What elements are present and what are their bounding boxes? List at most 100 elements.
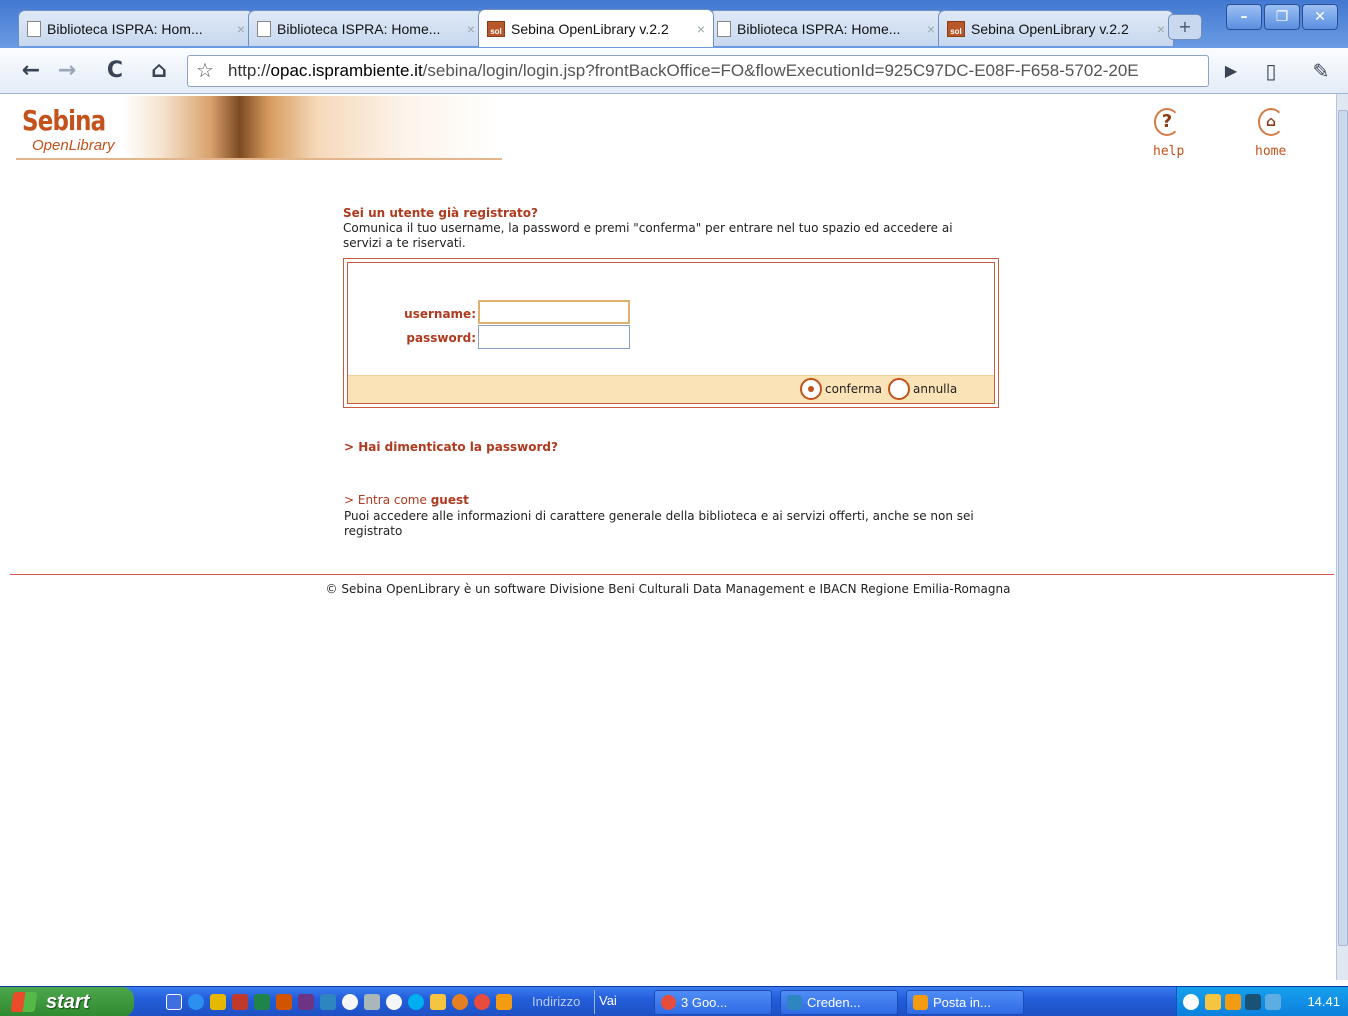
home-page-icon[interactable]: ⌂ [1258,108,1284,136]
page-icon [257,20,271,37]
vertical-scrollbar[interactable] [1336,94,1348,980]
registered-text: Comunica il tuo username, la password e … [343,221,953,250]
task-outlook[interactable]: Posta in... [906,990,1024,1015]
forward-icon[interactable]: → [52,56,82,86]
quicklaunch-clock-icon[interactable] [496,994,512,1010]
windows-taskbar: start Indirizzo Vai 3 Goo... Creden... P… [0,986,1348,1016]
quicklaunch-skype-icon[interactable] [408,994,424,1010]
quicklaunch-ie-icon[interactable] [188,994,204,1010]
guest-link-prefix: > Entra come [344,493,431,507]
password-input[interactable] [478,325,630,349]
help-icon[interactable]: ? [1154,108,1180,136]
close-icon[interactable]: × [237,21,245,37]
chrome-icon [661,995,676,1010]
close-icon[interactable]: × [697,21,705,37]
network-icon[interactable] [1265,994,1281,1010]
tab-title: Sebina OpenLibrary v.2.2 [511,20,669,37]
scrollbar-thumb[interactable] [1338,110,1348,946]
task-label: Posta in... [933,995,991,1010]
username-label: username: [404,307,476,321]
password-label: password: [406,331,476,345]
close-icon[interactable]: × [1157,21,1165,37]
tray-player-icon[interactable] [1245,994,1261,1010]
forgot-password-link[interactable]: > Hai dimenticato la password? [344,440,558,454]
browser-toolbar: ← → C ⌂ ☆ http://opac.isprambiente.it/se… [0,48,1348,94]
tray-clock-icon[interactable] [1225,994,1241,1010]
home-link[interactable]: home [1255,144,1286,159]
reload-icon[interactable]: C [100,56,130,86]
close-icon[interactable]: × [927,21,935,37]
mail-icon[interactable] [1205,994,1221,1010]
outlook-icon [913,995,928,1010]
quicklaunch-app-icon[interactable] [210,994,226,1010]
quicklaunch-outlook-icon[interactable] [276,994,292,1010]
confirm-label: conferma [825,382,882,396]
tab-title: Biblioteca ISPRA: Hom... [47,20,203,37]
start-button[interactable]: start [0,987,134,1016]
address-toolbar-label: Indirizzo [532,994,581,1009]
address-bar[interactable]: ☆ http://opac.isprambiente.it/sebina/log… [187,55,1209,87]
task-label: Creden... [807,995,861,1010]
form-action-bar: conferma annulla [348,375,994,403]
logo-subtitle: OpenLibrary [32,137,115,154]
cancel-button[interactable]: annulla [888,378,957,400]
quicklaunch-pdf-icon[interactable] [232,994,248,1010]
browser-chrome: Biblioteca ISPRA: Hom... × Biblioteca IS… [0,0,1348,94]
guest-description: Puoi accedere alle informazioni di carat… [344,509,974,538]
wrench-icon[interactable]: ✎ [1306,56,1336,86]
maximize-button[interactable]: ❐ [1264,4,1300,30]
footer-divider [10,574,1334,575]
quicklaunch-chrome-icon[interactable] [474,994,490,1010]
footer-text: © Sebina OpenLibrary è un software Divis… [325,582,1011,596]
tab-strip: Biblioteca ISPRA: Hom... × Biblioteca IS… [0,0,1348,48]
task-word[interactable]: Creden... [780,990,898,1015]
login-form-inner: username: password: conferma annulla [347,262,995,404]
new-tab-button[interactable]: + [1168,14,1202,40]
url-path: /sebina/login/login.jsp?frontBackOffice=… [422,61,1139,80]
tab-3[interactable]: sol Sebina OpenLibrary v.2.2 × [478,9,714,47]
tab-2[interactable]: Biblioteca ISPRA: Home... × [248,10,484,46]
close-window-button[interactable]: ✕ [1302,4,1338,30]
sebina-icon: sol [487,20,505,37]
system-tray: 14.41 [1176,987,1348,1016]
quicklaunch-excel-icon[interactable] [254,994,270,1010]
tab-title: Biblioteca ISPRA: Home... [737,20,901,37]
tab-1[interactable]: Biblioteca ISPRA: Hom... × [18,10,254,46]
url-host: opac.isprambiente.it [270,61,423,80]
go-arrow-icon[interactable]: ▶ [1216,56,1246,86]
quicklaunch-firefox-icon[interactable] [452,994,468,1010]
back-icon[interactable]: ← [16,56,46,86]
username-input[interactable] [478,300,630,324]
home-icon[interactable]: ⌂ [144,56,174,86]
minimize-button[interactable]: – [1226,4,1262,30]
cancel-label: annulla [913,382,958,396]
sebina-icon: sol [947,20,965,37]
tray-arrow-icon[interactable] [1183,994,1199,1010]
confirm-button[interactable]: conferma [800,378,882,400]
task-label: 3 Goo... [681,995,728,1010]
quicklaunch-doc-icon[interactable] [364,994,380,1010]
windows-flag-icon [10,992,38,1012]
help-link[interactable]: help [1153,144,1184,159]
clock: 14.41 [1307,994,1340,1009]
bookmark-star-icon[interactable]: ☆ [196,56,214,86]
task-chrome[interactable]: 3 Goo... [654,990,772,1015]
tab-4[interactable]: Biblioteca ISPRA: Home... × [708,10,944,46]
quicklaunch-publisher-icon[interactable] [298,994,314,1010]
quicklaunch-word-icon[interactable] [320,994,336,1010]
guest-link-bold: guest [430,493,469,507]
quicklaunch-desktop-icon[interactable] [166,994,182,1010]
logo-title: Sebina [22,104,106,137]
registered-heading: Sei un utente già registrato? [343,206,538,220]
tab-5[interactable]: sol Sebina OpenLibrary v.2.2 × [938,10,1174,46]
quicklaunch-folder-icon[interactable] [430,994,446,1010]
header-banner: Sebina OpenLibrary [16,96,502,160]
cancel-radio-icon [888,378,910,400]
go-button[interactable]: Vai [594,990,621,1014]
quicklaunch-player-icon[interactable] [386,994,402,1010]
confirm-radio-icon [800,378,822,400]
page-menu-icon[interactable]: ▯ [1256,56,1286,86]
close-icon[interactable]: × [467,21,475,37]
quicklaunch-media-icon[interactable] [342,994,358,1010]
guest-link[interactable]: > Entra come guest [344,493,469,507]
